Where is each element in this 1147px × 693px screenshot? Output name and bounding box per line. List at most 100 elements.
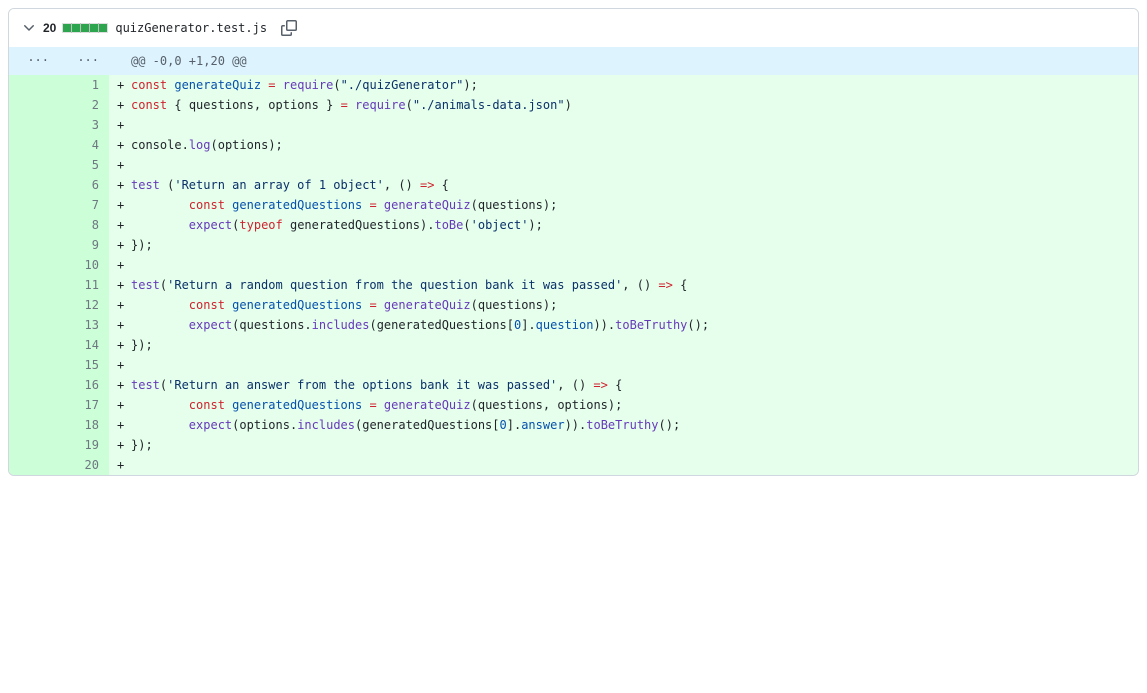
old-line-number[interactable] <box>9 95 59 115</box>
diff-line: 4console.log(options); <box>9 135 1138 155</box>
old-line-number[interactable] <box>9 375 59 395</box>
old-line-number[interactable] <box>9 115 59 135</box>
diff-line: 6test ('Return an array of 1 object', ()… <box>9 175 1138 195</box>
old-line-number[interactable] <box>9 455 59 475</box>
code-cell[interactable]: }); <box>109 235 1138 255</box>
diff-line: 3 <box>9 115 1138 135</box>
code-cell[interactable] <box>109 115 1138 135</box>
new-line-number[interactable]: 17 <box>59 395 109 415</box>
new-line-number[interactable]: 13 <box>59 315 109 335</box>
diff-line: 11test('Return a random question from th… <box>9 275 1138 295</box>
new-line-number[interactable]: 3 <box>59 115 109 135</box>
old-line-number[interactable] <box>9 355 59 375</box>
code-cell[interactable]: }); <box>109 435 1138 455</box>
expand-cell[interactable]: ... <box>9 47 59 75</box>
old-line-number[interactable] <box>9 75 59 95</box>
old-line-number[interactable] <box>9 175 59 195</box>
code-cell[interactable]: const generatedQuestions = generateQuiz(… <box>109 295 1138 315</box>
code-cell[interactable]: const generatedQuestions = generateQuiz(… <box>109 195 1138 215</box>
new-line-number[interactable]: 15 <box>59 355 109 375</box>
old-line-number[interactable] <box>9 395 59 415</box>
diff-line: 17 const generatedQuestions = generateQu… <box>9 395 1138 415</box>
code-cell[interactable]: test('Return a random question from the … <box>109 275 1138 295</box>
diff-line: 10 <box>9 255 1138 275</box>
hunk-header-row: ... ... @@ -0,0 +1,20 @@ <box>9 47 1138 75</box>
old-line-number[interactable] <box>9 335 59 355</box>
diff-line: 8 expect(typeof generatedQuestions).toBe… <box>9 215 1138 235</box>
new-line-number[interactable]: 5 <box>59 155 109 175</box>
diffstat-blocks <box>62 24 107 32</box>
new-line-number[interactable]: 7 <box>59 195 109 215</box>
chevron-down-icon[interactable] <box>21 20 37 36</box>
expand-cell[interactable]: ... <box>59 47 109 75</box>
diff-file: 20 quizGenerator.test.js ... ... @@ -0,0… <box>8 8 1139 476</box>
code-cell[interactable]: expect(typeof generatedQuestions).toBe('… <box>109 215 1138 235</box>
diff-line: 9}); <box>9 235 1138 255</box>
diff-line: 5 <box>9 155 1138 175</box>
old-line-number[interactable] <box>9 215 59 235</box>
old-line-number[interactable] <box>9 315 59 335</box>
diff-line: 16test('Return an answer from the option… <box>9 375 1138 395</box>
diff-tbody: ... ... @@ -0,0 +1,20 @@ 1const generate… <box>9 47 1138 475</box>
diff-line: 20 <box>9 455 1138 475</box>
new-line-number[interactable]: 2 <box>59 95 109 115</box>
diff-line: 7 const generatedQuestions = generateQui… <box>9 195 1138 215</box>
code-cell[interactable] <box>109 255 1138 275</box>
code-cell[interactable]: const generateQuiz = require("./quizGene… <box>109 75 1138 95</box>
diffstat-block-added <box>81 24 89 32</box>
code-cell[interactable]: }); <box>109 335 1138 355</box>
new-line-number[interactable]: 18 <box>59 415 109 435</box>
new-line-number[interactable]: 12 <box>59 295 109 315</box>
old-line-number[interactable] <box>9 415 59 435</box>
diff-line: 14}); <box>9 335 1138 355</box>
old-line-number[interactable] <box>9 275 59 295</box>
code-cell[interactable]: expect(options.includes(generatedQuestio… <box>109 415 1138 435</box>
diff-line: 2const { questions, options } = require(… <box>9 95 1138 115</box>
old-line-number[interactable] <box>9 195 59 215</box>
diff-line: 13 expect(questions.includes(generatedQu… <box>9 315 1138 335</box>
diff-table: ... ... @@ -0,0 +1,20 @@ 1const generate… <box>9 47 1138 475</box>
new-line-number[interactable]: 4 <box>59 135 109 155</box>
code-cell[interactable]: test('Return an answer from the options … <box>109 375 1138 395</box>
diff-line: 19}); <box>9 435 1138 455</box>
code-cell[interactable] <box>109 155 1138 175</box>
new-line-number[interactable]: 9 <box>59 235 109 255</box>
hunk-header-text: @@ -0,0 +1,20 @@ <box>109 47 1138 75</box>
old-line-number[interactable] <box>9 295 59 315</box>
new-line-number[interactable]: 19 <box>59 435 109 455</box>
expand-icon: ... <box>77 47 99 67</box>
new-line-number[interactable]: 8 <box>59 215 109 235</box>
copy-path-icon[interactable] <box>275 17 303 39</box>
code-cell[interactable]: console.log(options); <box>109 135 1138 155</box>
new-line-number[interactable]: 11 <box>59 275 109 295</box>
code-cell[interactable]: const { questions, options } = require("… <box>109 95 1138 115</box>
diffstat-block-added <box>63 24 71 32</box>
code-cell[interactable] <box>109 455 1138 475</box>
diff-line-count: 20 <box>43 21 56 35</box>
new-line-number[interactable]: 1 <box>59 75 109 95</box>
old-line-number[interactable] <box>9 255 59 275</box>
code-cell[interactable] <box>109 355 1138 375</box>
file-name-link[interactable]: quizGenerator.test.js <box>115 21 267 35</box>
diffstat-block-added <box>90 24 98 32</box>
new-line-number[interactable]: 10 <box>59 255 109 275</box>
new-line-number[interactable]: 16 <box>59 375 109 395</box>
new-line-number[interactable]: 20 <box>59 455 109 475</box>
diffstat-block-added <box>72 24 80 32</box>
code-cell[interactable]: const generatedQuestions = generateQuiz(… <box>109 395 1138 415</box>
old-line-number[interactable] <box>9 435 59 455</box>
expand-icon: ... <box>27 47 49 67</box>
diff-line: 15 <box>9 355 1138 375</box>
new-line-number[interactable]: 14 <box>59 335 109 355</box>
diffstat-block-added <box>99 24 107 32</box>
new-line-number[interactable]: 6 <box>59 175 109 195</box>
diff-line: 1const generateQuiz = require("./quizGen… <box>9 75 1138 95</box>
diff-line: 18 expect(options.includes(generatedQues… <box>9 415 1138 435</box>
old-line-number[interactable] <box>9 155 59 175</box>
code-cell[interactable]: test ('Return an array of 1 object', () … <box>109 175 1138 195</box>
code-cell[interactable]: expect(questions.includes(generatedQuest… <box>109 315 1138 335</box>
file-header: 20 quizGenerator.test.js <box>9 9 1138 47</box>
old-line-number[interactable] <box>9 135 59 155</box>
old-line-number[interactable] <box>9 235 59 255</box>
diff-line: 12 const generatedQuestions = generateQu… <box>9 295 1138 315</box>
